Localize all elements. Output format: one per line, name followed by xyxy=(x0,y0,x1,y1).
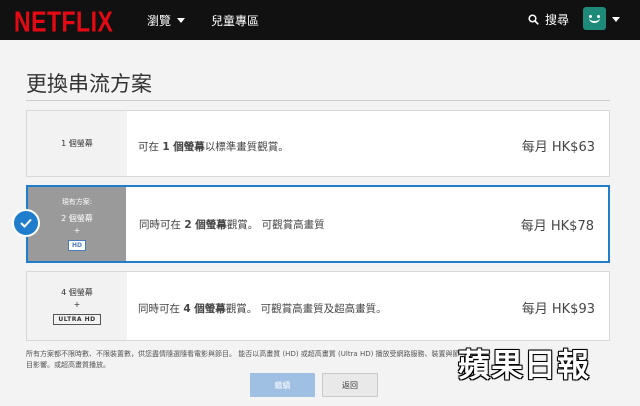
plan-price: 每月 HK$78 xyxy=(520,219,594,234)
plus-sign: + xyxy=(73,300,81,309)
plan-description: 同時可在 4 個螢幕觀賞。 可觀賞高畫質及超高畫質。 xyxy=(138,301,387,316)
search-icon xyxy=(528,14,539,25)
plan-desc-post: 觀賞。 可觀賞高畫質 xyxy=(226,219,325,231)
browse-menu[interactable]: 瀏覽 xyxy=(147,12,186,29)
plan-desc-pre: 同時可在 xyxy=(138,303,184,315)
search-label: 搜尋 xyxy=(545,13,570,27)
plan-desc-strong: 4 個螢幕 xyxy=(183,303,226,315)
back-button[interactable]: 返回 xyxy=(322,373,378,397)
plan-desc-post: 觀賞。 可觀賞高畫質及超高畫質。 xyxy=(225,303,387,315)
plan-desc-strong: 1 個螢幕 xyxy=(162,141,205,153)
plan-footnote: 所有方案都不限時數、不限裝置數，供您盡情隨選隨看電影與節目。 能否以高畫質 (H… xyxy=(26,350,460,369)
plan-description: 同時可在 2 個螢幕觀賞。 可觀賞高畫質 xyxy=(139,217,325,232)
plan-label-panel: 4 個螢幕 + ULTRA HD xyxy=(27,272,127,340)
plan-desc-pre: 可在 xyxy=(138,141,163,153)
plan-price: 每月 HK$93 xyxy=(521,302,595,317)
search-button[interactable]: 搜尋 xyxy=(528,11,569,28)
current-plan-label: 現有方案: xyxy=(61,198,93,206)
avatar-smile xyxy=(589,18,600,23)
ultra-hd-badge: ULTRA HD xyxy=(53,314,101,325)
browse-label: 瀏覽 xyxy=(147,14,172,28)
plan-desc-strong: 2 個螢幕 xyxy=(184,219,227,231)
plan-option-1-screen[interactable]: 1 個螢幕 可在 1 個螢幕以標準畫質觀賞。 每月 HK$63 xyxy=(26,110,610,177)
kids-link[interactable]: 兒童專區 xyxy=(211,12,259,29)
divider xyxy=(26,100,610,101)
plan-description: 可在 1 個螢幕以標準畫質觀賞。 xyxy=(138,139,289,154)
hd-badge: HD xyxy=(67,240,86,251)
continue-button[interactable]: 繼續 xyxy=(250,373,315,397)
page-title: 更換串流方案 xyxy=(26,72,152,96)
plan-label-panel: 現有方案: 2 個螢幕 + HD xyxy=(28,187,126,261)
profile-chevron-icon[interactable] xyxy=(612,17,620,22)
selected-check-icon xyxy=(12,209,40,237)
apple-daily-watermark: 蘋果日報 xyxy=(458,346,591,384)
plan-option-4-screens[interactable]: 4 個螢幕 + ULTRA HD 同時可在 4 個螢幕觀賞。 可觀賞高畫質及超高… xyxy=(26,271,610,341)
avatar[interactable] xyxy=(583,7,606,30)
plus-sign: + xyxy=(73,226,81,235)
plan-screens: 4 個螢幕 xyxy=(61,288,93,297)
top-nav-bar: NETFLIX 瀏覽 兒童專區 搜尋 xyxy=(0,0,640,40)
plan-screens: 2 個螢幕 xyxy=(61,214,93,223)
plan-price: 每月 HK$63 xyxy=(521,140,595,155)
chevron-down-icon xyxy=(177,18,186,23)
plan-label-panel: 1 個螢幕 xyxy=(27,111,127,176)
plan-desc-post: 以標準畫質觀賞。 xyxy=(204,141,289,153)
plan-screens: 1 個螢幕 xyxy=(61,139,93,148)
plan-option-2-screens[interactable]: 現有方案: 2 個螢幕 + HD 同時可在 2 個螢幕觀賞。 可觀賞高畫質 每月… xyxy=(26,185,610,263)
plan-desc-pre: 同時可在 xyxy=(139,219,185,231)
netflix-logo[interactable]: NETFLIX xyxy=(14,5,113,39)
